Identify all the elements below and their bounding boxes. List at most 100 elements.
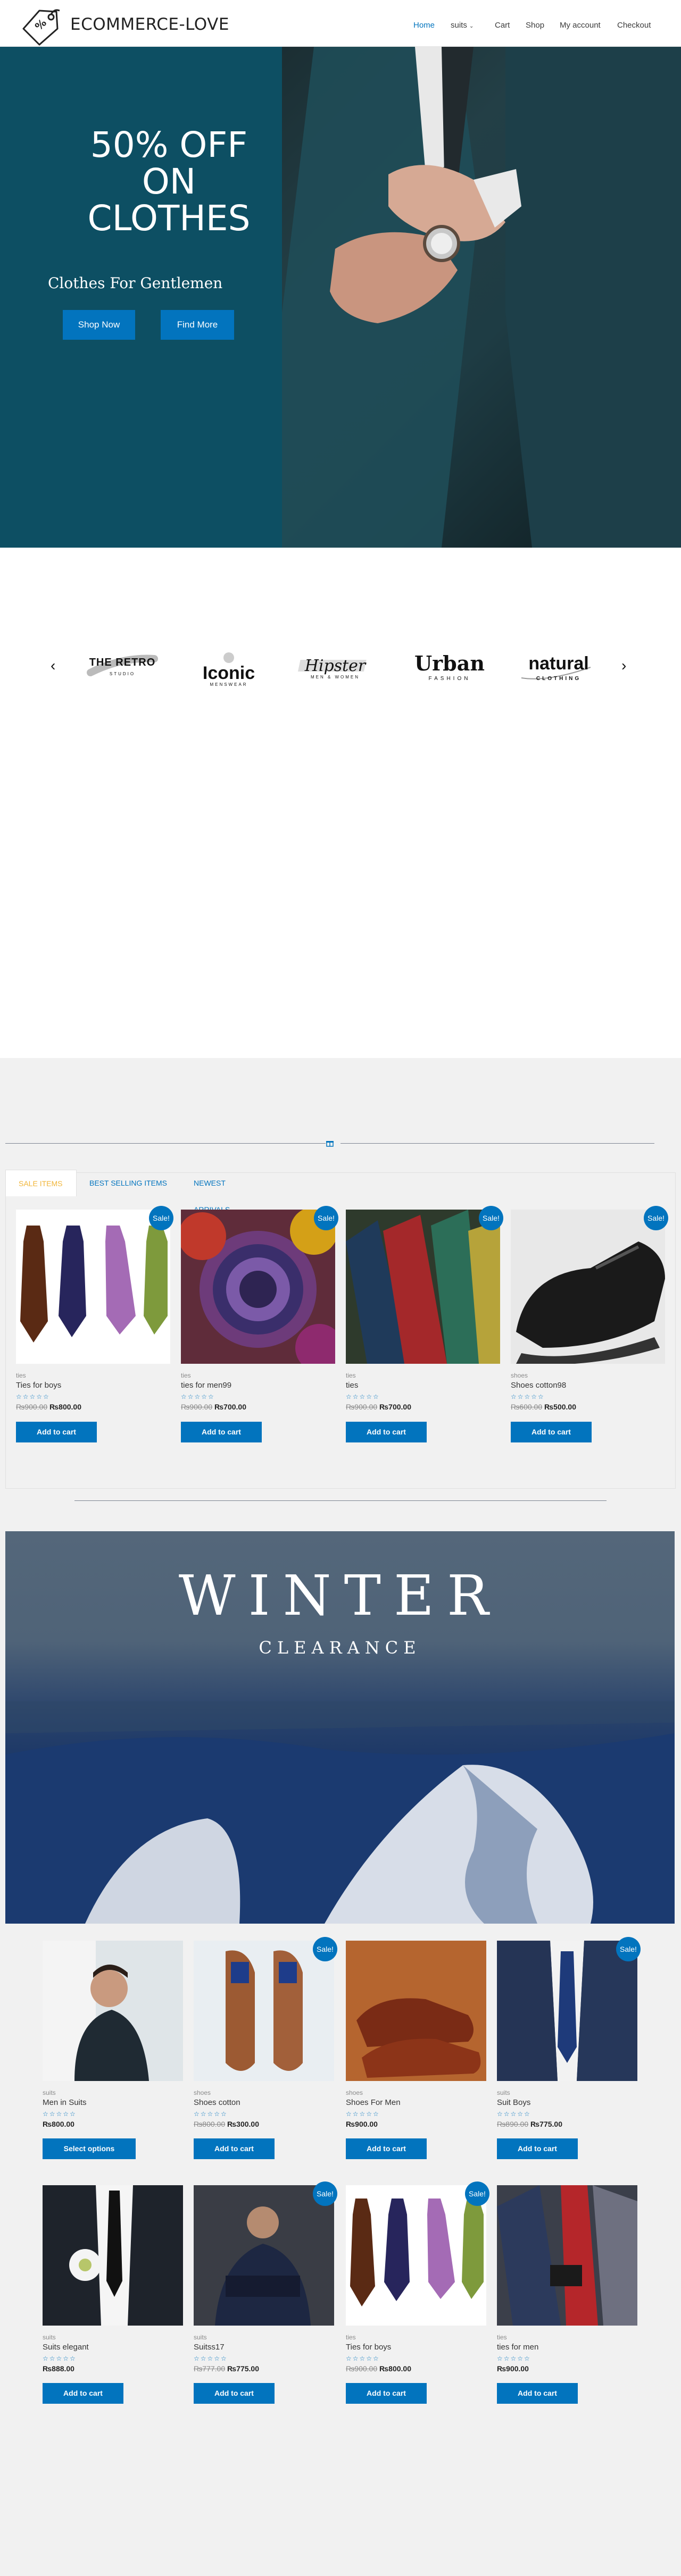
- star-rating: ☆☆☆☆☆: [346, 2355, 380, 2362]
- star-rating: ☆☆☆☆☆: [16, 1393, 50, 1400]
- product-price: ₨888.00: [43, 2364, 74, 2373]
- product-image-ties-for-boys-2[interactable]: [346, 2185, 486, 2326]
- add-to-cart-button[interactable]: Add to cart: [16, 1422, 97, 1442]
- product-image-shoes-for-men[interactable]: [346, 1941, 486, 2081]
- sale-price: ₨800.00: [49, 1403, 81, 1411]
- nav-my-account[interactable]: My account: [560, 21, 601, 30]
- add-to-cart-button[interactable]: Add to cart: [181, 1422, 262, 1442]
- add-to-cart-button[interactable]: Add to cart: [194, 2138, 275, 2159]
- nav-checkout[interactable]: Checkout: [617, 21, 651, 30]
- old-price: ₨900.00: [346, 1403, 378, 1411]
- sale-price: ₨700.00: [214, 1403, 246, 1411]
- nav-home[interactable]: Home: [413, 21, 435, 30]
- add-to-cart-button[interactable]: Add to cart: [346, 1422, 427, 1442]
- product-category[interactable]: ties: [346, 1372, 356, 1379]
- product-category[interactable]: ties: [497, 2334, 507, 2341]
- product-price: ₨600.00 ₨500.00: [511, 1403, 576, 1411]
- product-image-ties-for-men[interactable]: [497, 2185, 637, 2326]
- product-image-ties-for-boys[interactable]: [16, 1210, 170, 1364]
- sale-price: ₨800.00: [43, 2120, 74, 2128]
- product-image-suit-boys[interactable]: [497, 1941, 637, 2081]
- brand-name: THE RETRO: [89, 657, 156, 668]
- carousel-next-arrow-icon[interactable]: ›: [621, 657, 626, 674]
- hero-image: [282, 47, 681, 548]
- add-to-cart-button[interactable]: Add to cart: [43, 2383, 123, 2404]
- brand-tagline: MEN & WOMEN: [310, 675, 360, 679]
- product-category[interactable]: ties: [16, 1372, 26, 1379]
- add-to-cart-button[interactable]: Add to cart: [346, 2383, 427, 2404]
- product-category[interactable]: shoes: [194, 2089, 211, 2096]
- product-name[interactable]: Suits elegant: [43, 2343, 89, 2352]
- product-image-ties[interactable]: [346, 1210, 500, 1364]
- product-name[interactable]: ties: [346, 1381, 358, 1390]
- product-image-men-in-suits[interactable]: [43, 1941, 183, 2081]
- sale-price: ₨300.00: [227, 2120, 259, 2128]
- sale-price: ₨888.00: [43, 2364, 74, 2373]
- price-tag-logo-icon[interactable]: %: [21, 7, 61, 46]
- product-category[interactable]: suits: [43, 2334, 56, 2341]
- select-options-button[interactable]: Select options: [43, 2138, 136, 2159]
- product-category[interactable]: suits: [497, 2089, 510, 2096]
- product-name[interactable]: Ties for boys: [346, 2343, 391, 2352]
- nav-cart[interactable]: Cart: [495, 21, 510, 30]
- star-rating: ☆☆☆☆☆: [346, 2110, 380, 2118]
- add-to-cart-button[interactable]: Add to cart: [346, 2138, 427, 2159]
- product-image-shoes-cotton[interactable]: [194, 1941, 334, 2081]
- site-title[interactable]: ECOMMERCE-LOVE: [70, 15, 229, 34]
- shop-now-button[interactable]: Shop Now: [63, 310, 135, 340]
- product-name[interactable]: Shoes cotton98: [511, 1381, 566, 1390]
- tab-best-selling[interactable]: BEST SELLING ITEMS: [77, 1170, 181, 1196]
- tab-sale-items[interactable]: SALE ITEMS: [5, 1170, 77, 1196]
- product-category[interactable]: suits: [43, 2089, 56, 2096]
- product-name[interactable]: Suitss17: [194, 2343, 225, 2352]
- product-price: ₨800.00: [43, 2120, 74, 2128]
- product-image-suits-elegant[interactable]: [43, 2185, 183, 2326]
- old-price: ₨800.00: [194, 2120, 226, 2128]
- product-name[interactable]: ties for men: [497, 2343, 538, 2352]
- hero-panel: 50% OFF ON CLOTHES Clothes For Gentlemen…: [0, 47, 282, 548]
- product-category[interactable]: ties: [346, 2334, 356, 2341]
- add-to-cart-button[interactable]: Add to cart: [497, 2383, 578, 2404]
- winter-clearance-banner[interactable]: WINTER CLEARANCE: [5, 1531, 675, 1924]
- section-divider: [340, 1143, 654, 1144]
- brand-name: Hipster: [304, 657, 366, 675]
- brand-logo-natural[interactable]: natural CLOTHING: [516, 651, 601, 683]
- nav-shop[interactable]: Shop: [526, 21, 544, 30]
- carousel-prev-arrow-icon[interactable]: ‹: [51, 657, 55, 674]
- find-more-button[interactable]: Find More: [161, 310, 234, 340]
- product-category[interactable]: shoes: [346, 2089, 363, 2096]
- product-image-suitss17[interactable]: [194, 2185, 334, 2326]
- brand-logo-urban[interactable]: Urban FASHION: [407, 651, 492, 683]
- product-name[interactable]: ties for men99: [181, 1381, 231, 1390]
- add-to-cart-button[interactable]: Add to cart: [194, 2383, 275, 2404]
- product-category[interactable]: ties: [181, 1372, 191, 1379]
- add-to-cart-button[interactable]: Add to cart: [511, 1422, 592, 1442]
- product-name[interactable]: Men in Suits: [43, 2098, 87, 2107]
- brand-logo-retro[interactable]: THE RETRO STUDIO: [85, 651, 160, 683]
- product-name[interactable]: Shoes cotton: [194, 2098, 240, 2107]
- add-to-cart-button[interactable]: Add to cart: [497, 2138, 578, 2159]
- brand-tagline: CLOTHING: [536, 676, 582, 682]
- brand-carousel: ‹ › THE RETRO STUDIO Iconic MENSWEAR Hip…: [0, 548, 681, 1058]
- brand-logo-hipster[interactable]: Hipster MEN & WOMEN: [297, 651, 372, 683]
- star-rating: ☆☆☆☆☆: [497, 2110, 531, 2118]
- product-name[interactable]: Ties for boys: [16, 1381, 61, 1390]
- product-category[interactable]: suits: [194, 2334, 207, 2341]
- product-price: ₨777.00 ₨775.00: [194, 2364, 259, 2373]
- nav-suits[interactable]: suits ⌄: [451, 21, 474, 30]
- product-name[interactable]: Suit Boys: [497, 2098, 530, 2107]
- product-price: ₨900.00 ₨800.00: [346, 2364, 411, 2373]
- old-price: ₨600.00: [511, 1403, 543, 1411]
- sale-price: ₨500.00: [544, 1403, 576, 1411]
- brand-logo-iconic[interactable]: Iconic MENSWEAR: [192, 651, 266, 687]
- winter-subtitle: CLEARANCE: [259, 1638, 421, 1658]
- tab-newest-arrivals[interactable]: NEWEST ARRIVALS: [181, 1170, 274, 1214]
- brand-tagline: FASHION: [428, 676, 471, 682]
- product-name[interactable]: Shoes For Men: [346, 2098, 401, 2107]
- svg-text:%: %: [32, 16, 49, 33]
- brand-name: Iconic: [202, 663, 255, 683]
- product-category[interactable]: shoes: [511, 1372, 528, 1379]
- star-rating: ☆☆☆☆☆: [346, 1393, 380, 1400]
- product-image-shoes-cotton98[interactable]: [511, 1210, 665, 1364]
- product-image-ties-for-men99[interactable]: [181, 1210, 335, 1364]
